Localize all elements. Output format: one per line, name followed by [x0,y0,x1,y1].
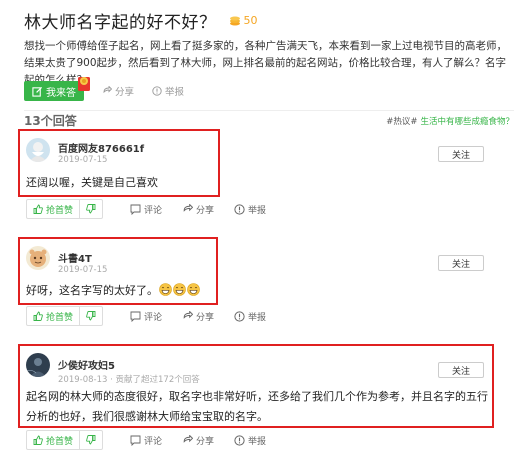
share-icon [183,204,193,212]
question-actions: 我来答 分享 举报 [24,77,184,102]
thumbs-down-icon [86,204,96,214]
share-icon [103,86,112,94]
share-button[interactable]: 分享 [182,203,214,216]
answers-header: 13个回答 #热议# 生活中有哪些成瘾食物？ [24,112,514,129]
vote-group: 抢首赞 [26,430,104,450]
comment-icon [130,311,141,322]
report-icon [152,86,162,96]
share-button[interactable]: 分享 [182,434,214,447]
answer-meta: 2019-08-13 · 贡献了超过172个回答 [58,375,200,385]
share-icon [183,435,193,443]
thumbs-down-icon [86,435,96,445]
share-button[interactable]: 分享 [182,310,214,323]
thumbs-up-icon [33,204,43,214]
report-icon [234,435,245,446]
reward-badge: 50 [229,14,258,27]
avatar-image-icon [26,138,50,162]
report-button[interactable]: 举报 [234,203,266,216]
vote-group: 抢首赞 [26,199,104,219]
hot-topic-link[interactable]: 生活中有哪些成瘾食物？ [420,117,514,127]
avatar-image-icon [26,246,50,270]
follow-button[interactable]: 关注 [438,362,484,378]
username[interactable]: 斗書4T [58,250,92,265]
avatar[interactable] [26,246,50,270]
grin-emoji-icon [159,283,172,296]
answer-count: 13个回答 [24,114,77,128]
vote-group: 抢首赞 [26,306,104,326]
hot-tag: #热议# [386,116,418,127]
hot-topic[interactable]: #热议# 生活中有哪些成瘾食物？ [386,115,514,127]
answer-text: 好呀，这名字写的太好了。 [26,281,200,301]
comment-button[interactable]: 评论 [130,310,162,323]
edit-icon [32,86,43,97]
username[interactable]: 少侯好攻妇5 [58,357,115,372]
dislike-button[interactable] [80,200,102,218]
red-envelope-icon [78,77,90,91]
grin-emoji-icon [173,283,186,296]
dislike-button[interactable] [80,431,102,449]
like-button[interactable]: 抢首赞 [27,200,81,218]
dislike-button[interactable] [80,307,102,325]
report-button[interactable]: 举报 [234,310,266,323]
thumbs-down-icon [86,311,96,321]
answer-text: 起名网的林大师的态度很好，取名字也非常好听，还多给了我们几个作为参考，并且名字的… [26,390,488,423]
comment-icon [130,204,141,215]
report-icon [234,311,245,322]
thumbs-up-icon [33,435,43,445]
username[interactable]: 百度网友876661f [58,140,144,155]
avatar-image-icon [26,353,50,377]
avatar[interactable] [26,138,50,162]
coin-icon [229,16,240,25]
comment-button[interactable]: 评论 [130,434,162,447]
answer-meta: 2019-07-15 [58,155,108,165]
follow-button[interactable]: 关注 [438,255,484,271]
like-button[interactable]: 抢首赞 [27,307,81,325]
reward-amount: 50 [243,14,258,27]
question-share-link[interactable]: 分享 [102,84,134,98]
answer-meta: 2019-07-15 [58,265,108,275]
comment-button[interactable]: 评论 [130,203,162,216]
divider [24,110,514,111]
question-report-link[interactable]: 举报 [152,84,184,98]
report-icon [234,204,245,215]
answer-text: 还阔以喔，关键是自己喜欢 [26,176,158,189]
answer-button[interactable]: 我来答 [24,77,90,101]
answer-button-label: 我来答 [46,87,76,99]
avatar[interactable] [26,353,50,377]
like-button[interactable]: 抢首赞 [27,431,81,449]
question-title: 林大师名字起的好不好？ [24,13,217,33]
share-icon [183,311,193,319]
report-button[interactable]: 举报 [234,434,266,447]
question-header: 林大师名字起的好不好？ 50 [24,8,258,33]
answer-text-body: 好呀，这名字写的太好了。 [26,284,158,297]
follow-button[interactable]: 关注 [438,146,484,162]
thumbs-up-icon [33,311,43,321]
comment-icon [130,435,141,446]
grin-emoji-icon [187,283,200,296]
